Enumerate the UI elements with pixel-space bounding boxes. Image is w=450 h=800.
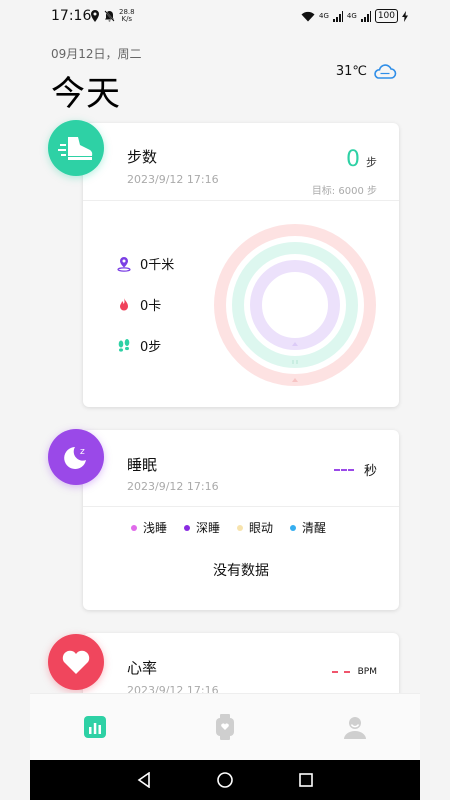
steps-goal: 目标: 6000 步 <box>311 186 377 197</box>
distance-value: 0千米 <box>140 258 175 273</box>
heart-rate-empty-dash <box>331 671 350 673</box>
sleep-card[interactable]: 睡眠 2023/9/12 17:16 秒 浅睡 深睡 眼动 清醒 没有数据 <box>83 430 399 610</box>
flame-icon <box>120 297 128 310</box>
recents-button[interactable] <box>296 770 316 790</box>
footprints-icon <box>118 338 130 352</box>
sleep-no-data: 没有数据 <box>213 563 269 579</box>
recents-square-icon <box>299 773 313 787</box>
steps-value: 0 步 <box>346 147 377 172</box>
sleep-divider <box>83 506 399 507</box>
location-status-icon <box>91 10 99 22</box>
steps-time: 2023/9/12 17:16 <box>127 173 219 186</box>
steps-unit: 步 <box>366 156 377 169</box>
status-time: 17:16 <box>51 8 92 24</box>
signal-bars-1-icon <box>332 10 343 22</box>
signal-2-label: 4G <box>346 12 357 20</box>
svg-text:z: z <box>80 447 85 457</box>
legend-dot <box>237 524 244 531</box>
legend-light-sleep: 浅睡 <box>131 519 167 536</box>
steps-title: 步数 <box>127 148 158 166</box>
home-circle-icon <box>217 772 233 788</box>
heart-rate-title: 心率 <box>127 659 158 677</box>
charging-icon <box>402 10 408 22</box>
legend-dot <box>131 524 137 531</box>
net-speed-unit: K/s <box>121 15 133 23</box>
date-label: 09月12日，周二 <box>51 47 142 61</box>
step-count-value: 0步 <box>140 340 162 355</box>
activity-rings <box>214 224 376 386</box>
sleep-title: 睡眠 <box>127 456 158 474</box>
sleep-badge: z <box>48 429 104 485</box>
weather-widget[interactable]: 31℃ <box>336 62 397 80</box>
battery-indicator: 100 <box>374 9 398 23</box>
nav-item-today[interactable] <box>82 714 108 740</box>
legend-label: 清醒 <box>302 521 327 535</box>
home-button[interactable] <box>215 770 235 790</box>
mute-bell-icon <box>104 10 115 22</box>
heart-rate-unit: BPM <box>357 667 377 677</box>
nav-item-device[interactable] <box>212 714 238 740</box>
inner-ring <box>250 260 340 350</box>
sleep-value: 秒 <box>333 460 377 479</box>
steps-divider <box>83 200 399 201</box>
profile-icon <box>344 717 366 739</box>
system-nav-bar <box>30 760 420 800</box>
back-button[interactable] <box>134 770 154 790</box>
cloud-icon <box>374 64 397 79</box>
legend-rem: 眼动 <box>237 519 273 536</box>
moon-icon: z <box>64 447 86 469</box>
sleep-unit: 秒 <box>363 464 377 479</box>
legend-label: 深睡 <box>196 521 221 535</box>
legend-dot <box>184 524 191 531</box>
steps-count: 0 <box>346 147 360 172</box>
bar-chart-icon <box>84 716 106 738</box>
nav-item-profile[interactable] <box>342 714 368 740</box>
heart-icon <box>62 650 90 674</box>
step-count-row: 0步 <box>116 336 161 355</box>
legend-deep-sleep: 深睡 <box>184 519 220 536</box>
sleep-time: 2023/9/12 17:16 <box>127 480 219 493</box>
net-speed: 28.8 K/s <box>119 9 135 23</box>
heart-rate-value: BPM <box>331 667 377 677</box>
status-bar: 17:16 28.8 K/s 4G 4G 100 <box>30 0 420 34</box>
bottom-nav <box>30 693 420 760</box>
signal-1-label: 4G <box>319 12 329 20</box>
distance-row: 0千米 <box>116 254 174 273</box>
location-pin-icon <box>117 256 131 272</box>
status-right-icons: 4G 4G 100 <box>301 9 408 23</box>
steps-badge <box>48 120 104 176</box>
calories-value: 0卡 <box>140 299 162 314</box>
legend-dot <box>290 524 297 531</box>
signal-bars-2-icon <box>360 10 371 22</box>
legend-label: 眼动 <box>249 521 274 535</box>
heart-badge <box>48 634 104 690</box>
page-title: 今天 <box>51 74 121 114</box>
sleep-empty-dash <box>333 468 354 471</box>
back-triangle-icon <box>137 772 150 788</box>
shoe-icon <box>58 137 93 160</box>
wifi-icon <box>301 11 315 21</box>
temperature: 31℃ <box>335 63 367 79</box>
watch-icon <box>216 714 234 740</box>
legend-awake: 清醒 <box>290 519 326 536</box>
legend-label: 浅睡 <box>143 521 168 535</box>
sleep-legend: 浅睡 深睡 眼动 清醒 <box>131 519 326 536</box>
status-left-icons: 28.8 K/s <box>90 9 135 23</box>
steps-card[interactable]: 步数 2023/9/12 17:16 0 步 目标: 6000 步 0千米 0卡… <box>83 123 399 407</box>
calories-row: 0卡 <box>116 295 161 314</box>
app-screen: 17:16 28.8 K/s 4G 4G 100 09月12日，周二 今天 31… <box>30 0 420 760</box>
